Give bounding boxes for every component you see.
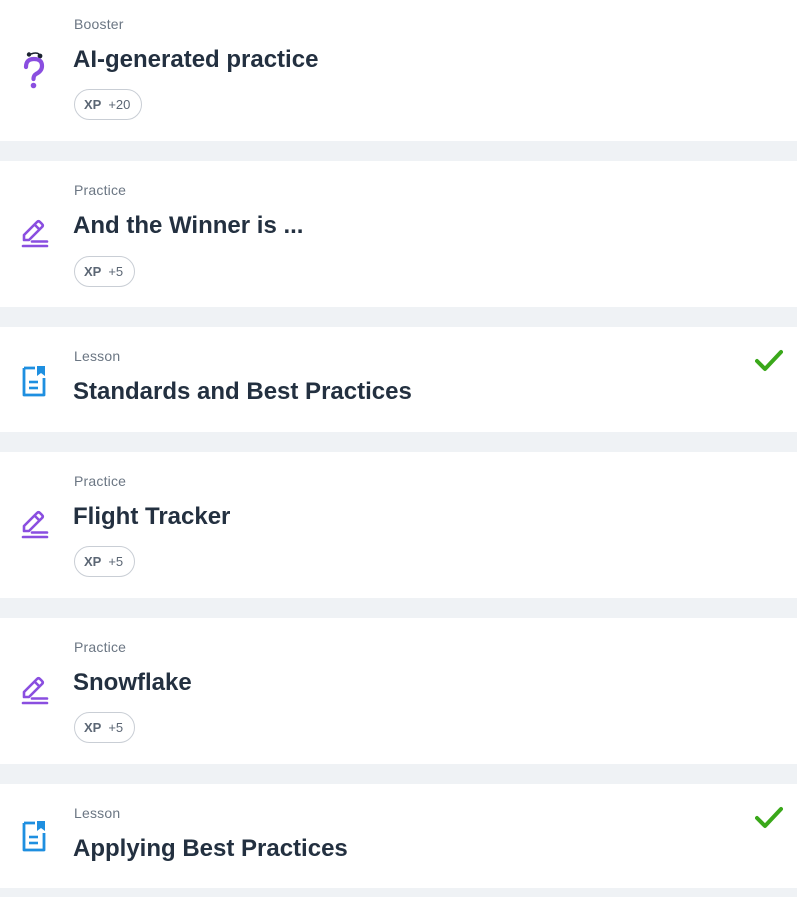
xp-label: XP (84, 264, 102, 279)
item-type-label: Practice (74, 473, 127, 489)
item-title: AI-generated practice (73, 46, 319, 73)
checkmark-icon (755, 807, 783, 828)
xp-badge: XP +20 (74, 89, 143, 120)
item-type-label: Lesson (74, 805, 121, 821)
xp-value: +5 (108, 264, 124, 279)
lesson-list: Booster AI-generated practice XP +20 Pra… (0, 0, 797, 897)
item-type-label: Practice (74, 182, 127, 198)
item-title: Snowflake (73, 669, 192, 696)
item-title: Flight Tracker (73, 503, 231, 530)
xp-label: XP (84, 97, 102, 112)
lesson-document-icon (18, 363, 50, 399)
list-item-practice[interactable]: Practice Flight Tracker XP +5 (0, 452, 797, 598)
pencil-icon (18, 672, 50, 708)
xp-value: +5 (108, 720, 124, 735)
item-title: Standards and Best Practices (73, 378, 412, 405)
pencil-icon (18, 215, 50, 251)
list-item-booster[interactable]: Booster AI-generated practice XP +20 (0, 0, 797, 141)
list-item-practice[interactable]: Practice And the Winner is ... XP +5 (0, 161, 797, 307)
item-type-label: Lesson (74, 348, 121, 364)
list-item-lesson[interactable]: Lesson Applying Best Practices (0, 784, 797, 888)
question-mark-icon (18, 52, 50, 89)
xp-badge: XP +5 (74, 712, 136, 743)
xp-value: +5 (108, 554, 124, 569)
xp-badge: XP +5 (74, 546, 136, 577)
item-type-label: Practice (74, 639, 127, 655)
xp-label: XP (84, 554, 102, 569)
xp-badge: XP +5 (74, 256, 136, 287)
lesson-document-icon (18, 818, 50, 854)
item-title: And the Winner is ... (73, 212, 304, 239)
xp-label: XP (84, 720, 102, 735)
xp-value: +20 (108, 97, 131, 112)
item-title: Applying Best Practices (73, 835, 348, 862)
list-item-lesson[interactable]: Lesson Standards and Best Practices (0, 327, 797, 432)
pencil-icon (18, 506, 50, 542)
checkmark-icon (755, 350, 783, 371)
list-item-practice[interactable]: Practice Snowflake XP +5 (0, 618, 797, 764)
item-type-label: Booster (74, 16, 124, 32)
